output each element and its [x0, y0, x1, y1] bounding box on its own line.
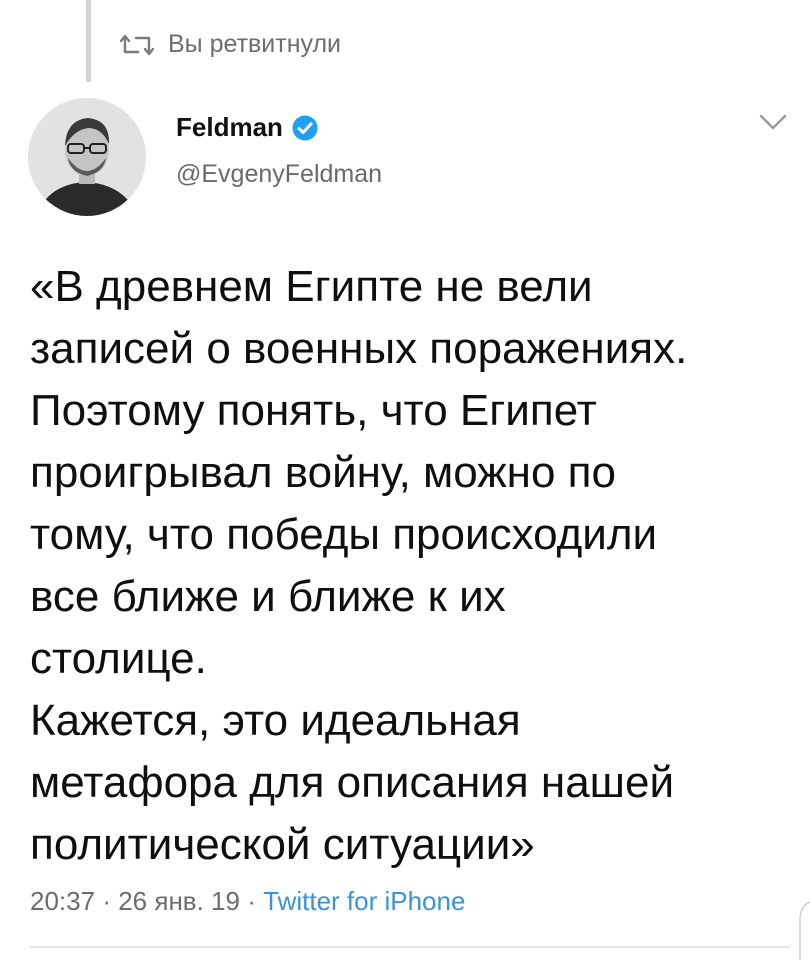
verified-badge-icon — [291, 114, 319, 142]
tweet-time: 20:37 — [30, 886, 96, 916]
chevron-down-icon[interactable] — [758, 112, 788, 132]
tweet-text-line: тому, что победы происходили — [30, 510, 658, 559]
divider — [30, 946, 790, 948]
thread-connector-line — [86, 0, 91, 82]
retweet-label: Вы ретвитнули — [168, 30, 342, 58]
tweet-text-line: Кажется, это идеальная — [30, 696, 521, 745]
tweet-text-line: записей о военных поражениях. — [30, 324, 688, 373]
author-display-name[interactable]: Feldman — [176, 112, 283, 143]
scroll-edge-decoration — [799, 901, 810, 960]
tweet-text-line: «В древнем Египте не вели — [30, 262, 593, 311]
meta-separator: · — [247, 886, 256, 916]
author-name-row[interactable]: Feldman — [176, 112, 319, 143]
meta-separator: · — [102, 886, 111, 916]
tweet-text: «В древнем Египте не вели записей о воен… — [30, 256, 800, 876]
tweet-text-line: проигрывал войну, можно по — [30, 448, 616, 497]
author-handle[interactable]: @EvgenyFeldman — [176, 160, 382, 189]
tweet-date: 26 янв. 19 — [118, 886, 240, 916]
retweet-icon — [120, 34, 154, 56]
avatar[interactable] — [28, 98, 146, 216]
tweet-text-line: столице. — [30, 634, 207, 683]
tweet-text-line: политической ситуации» — [30, 820, 535, 869]
tweet-text-line: метафора для описания нашей — [30, 758, 675, 807]
tweet-source-link[interactable]: Twitter for iPhone — [263, 886, 465, 916]
tweet-text-line: Поэтому понять, что Египет — [30, 386, 597, 435]
tweet-detail-view: Вы ретвитнули Feldman @EvgenyFeldman «В … — [0, 0, 810, 960]
tweet-text-line: все ближе и ближе к их — [30, 572, 506, 621]
retweet-indicator: Вы ретвитнули — [120, 30, 341, 59]
tweet-meta: 20:37 · 26 янв. 19 · Twitter for iPhone — [30, 886, 465, 917]
